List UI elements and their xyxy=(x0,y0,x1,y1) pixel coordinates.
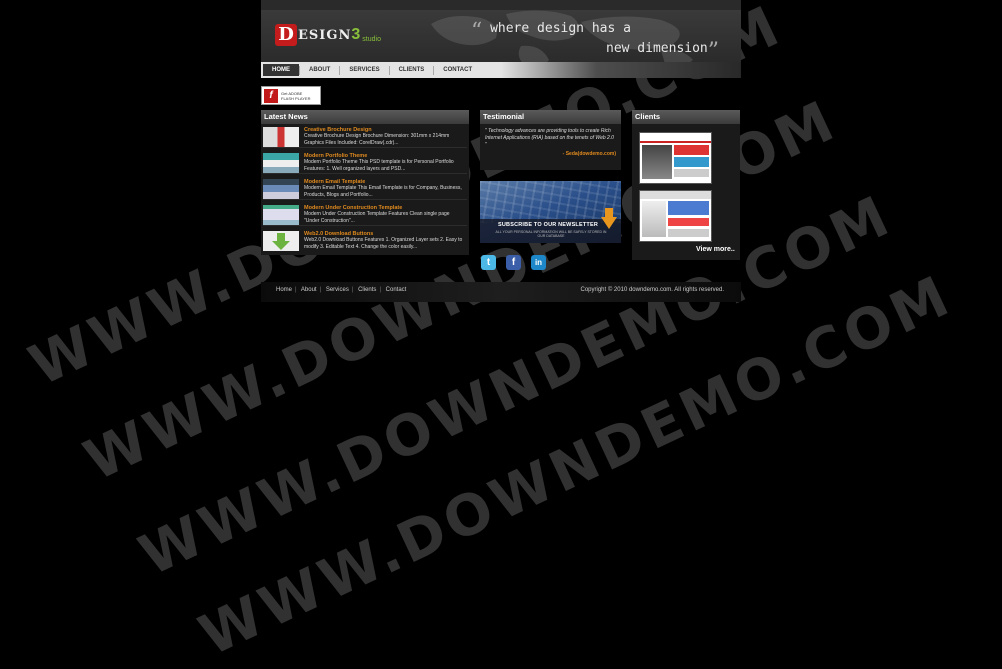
footer-link-clients[interactable]: Clients xyxy=(358,287,376,293)
news-desc: Modern Portfolio Theme This PSD template… xyxy=(304,159,454,172)
nav-home[interactable]: HOME xyxy=(263,64,299,76)
news-item[interactable]: Modern Portfolio Theme Modern Portfolio … xyxy=(263,151,467,174)
tagline-line-2: new dimension xyxy=(606,41,708,56)
linkedin-icon[interactable]: in xyxy=(531,255,546,270)
news-desc: Modern Email Template This Email Templat… xyxy=(304,185,462,198)
view-more-link[interactable]: View more.. xyxy=(696,246,735,253)
news-desc: Creative Brochure Design Brochure Dimens… xyxy=(304,133,450,146)
tagline-line-1: where design has a xyxy=(490,21,631,36)
flash-player-badge[interactable]: f Get ADOBE FLASH PLAYER xyxy=(261,86,321,105)
newsletter-graphic xyxy=(480,181,621,223)
nav-brush-decoration xyxy=(501,62,741,78)
footer-links: Home | About | Services | Clients | Contact xyxy=(276,287,407,293)
news-item[interactable]: Modern Email Template Modern Email Templ… xyxy=(263,177,467,200)
flash-line-2: FLASH PLAYER xyxy=(281,95,311,101)
news-thumbnail xyxy=(263,153,299,173)
tagline: “ where design has a new dimension” xyxy=(471,19,731,63)
news-thumbnail xyxy=(263,205,299,225)
news-item[interactable]: Web2.0 Download Buttons Web2.0 Download … xyxy=(263,229,467,251)
footer-link-about[interactable]: About xyxy=(301,287,317,293)
logo-suffix: studio xyxy=(362,35,381,43)
flash-icon: f xyxy=(264,88,278,103)
copyright: Copyright © 2010 downdemo.com. All right… xyxy=(580,287,725,293)
news-item[interactable]: Creative Brochure Design Creative Brochu… xyxy=(263,125,467,148)
testimonial-author[interactable]: - Seda(dowdemo.com) xyxy=(480,149,621,157)
header: D ESIGN 3 studio “ where design has a ne… xyxy=(261,10,741,62)
download-arrow-icon xyxy=(263,231,299,251)
website: D ESIGN 3 studio “ where design has a ne… xyxy=(261,0,741,302)
logo-text: ESIGN xyxy=(298,27,352,43)
news-thumbnail xyxy=(263,179,299,199)
footer-link-home[interactable]: Home xyxy=(276,287,292,293)
newsletter-subtext: ALL YOUR PERSONAL INFORMATION WILL BE SA… xyxy=(495,230,607,238)
footer: Home | About | Services | Clients | Contact … xyxy=(261,282,741,302)
nav-clients[interactable]: CLIENTS xyxy=(390,64,434,76)
latest-news-heading: Latest News xyxy=(261,110,469,124)
nav-services[interactable]: SERVICES xyxy=(340,64,388,76)
logo-letter: D xyxy=(275,24,297,46)
footer-link-contact[interactable]: Contact xyxy=(386,287,407,293)
news-thumbnail xyxy=(263,127,299,147)
news-desc: Modern Under Construction Template Featu… xyxy=(304,211,450,224)
top-bar xyxy=(261,0,741,10)
client-screenshot[interactable] xyxy=(639,190,712,242)
facebook-icon[interactable]: f xyxy=(506,255,521,270)
testimonial-panel: Testimonial " Technology advances are pr… xyxy=(480,110,621,170)
twitter-icon[interactable]: t xyxy=(481,255,496,270)
latest-news-panel: Latest News Creative Brochure Design Cre… xyxy=(261,110,469,255)
nav-contact[interactable]: CONTACT xyxy=(434,64,481,76)
nav-about[interactable]: ABOUT xyxy=(300,64,339,76)
newsletter-banner[interactable]: SUBSCRIBE TO OUR NEWSLETTER ALL YOUR PER… xyxy=(480,181,621,243)
testimonial-heading: Testimonial xyxy=(480,110,621,124)
news-desc: Web2.0 Download Buttons Features 1. Orga… xyxy=(304,237,463,250)
news-item[interactable]: Modern Under Construction Template Moder… xyxy=(263,203,467,226)
logo-number: 3 xyxy=(351,26,361,43)
newsletter-label: SUBSCRIBE TO OUR NEWSLETTER xyxy=(498,222,599,228)
close-quote-icon: ” xyxy=(707,39,719,63)
site-logo[interactable]: D ESIGN 3 studio xyxy=(275,24,381,46)
footer-link-services[interactable]: Services xyxy=(326,287,349,293)
testimonial-quote: " Technology advances are providing tool… xyxy=(485,128,614,148)
clients-panel: Clients View more.. xyxy=(632,110,740,260)
clients-heading: Clients xyxy=(632,110,740,124)
open-quote-icon: “ xyxy=(471,19,483,44)
client-screenshot[interactable] xyxy=(639,132,712,184)
